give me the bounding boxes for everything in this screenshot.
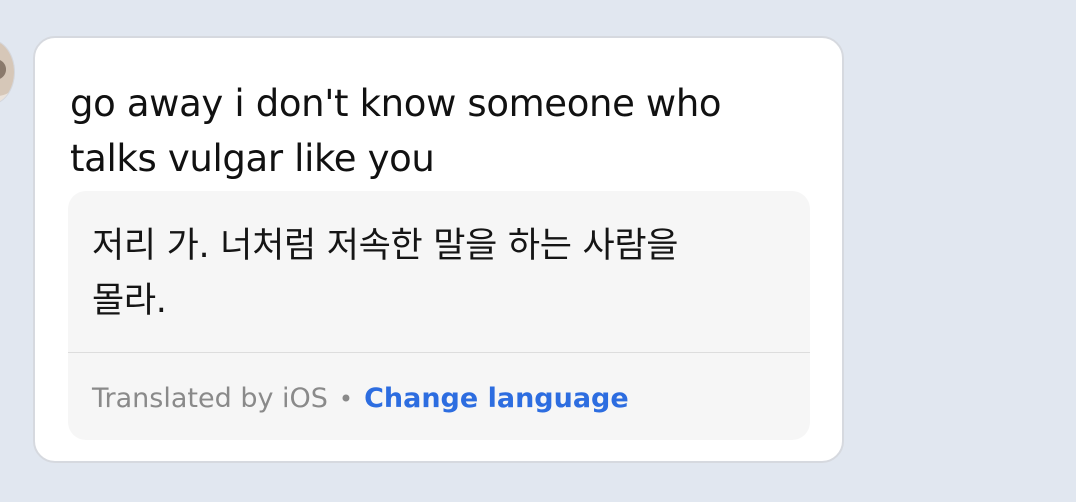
- message-text: go away i don't know someone who talks v…: [70, 82, 722, 180]
- translated-message-text: 저리 가. 너처럼 저속한 말을 하는 사람을 몰라.: [92, 226, 679, 321]
- translation-divider: [68, 352, 810, 353]
- translation-footer: Translated by iOS • Change language: [92, 381, 629, 417]
- footer-separator-dot: •: [338, 385, 354, 413]
- change-language-link[interactable]: Change language: [364, 381, 629, 417]
- sender-avatar[interactable]: [0, 40, 14, 104]
- message-bubble[interactable]: go away i don't know someone who talks v…: [33, 36, 844, 463]
- translated-by-label: Translated by iOS: [92, 383, 328, 414]
- translation-card: 저리 가. 너처럼 저속한 말을 하는 사람을 몰라. Translated b…: [68, 191, 810, 440]
